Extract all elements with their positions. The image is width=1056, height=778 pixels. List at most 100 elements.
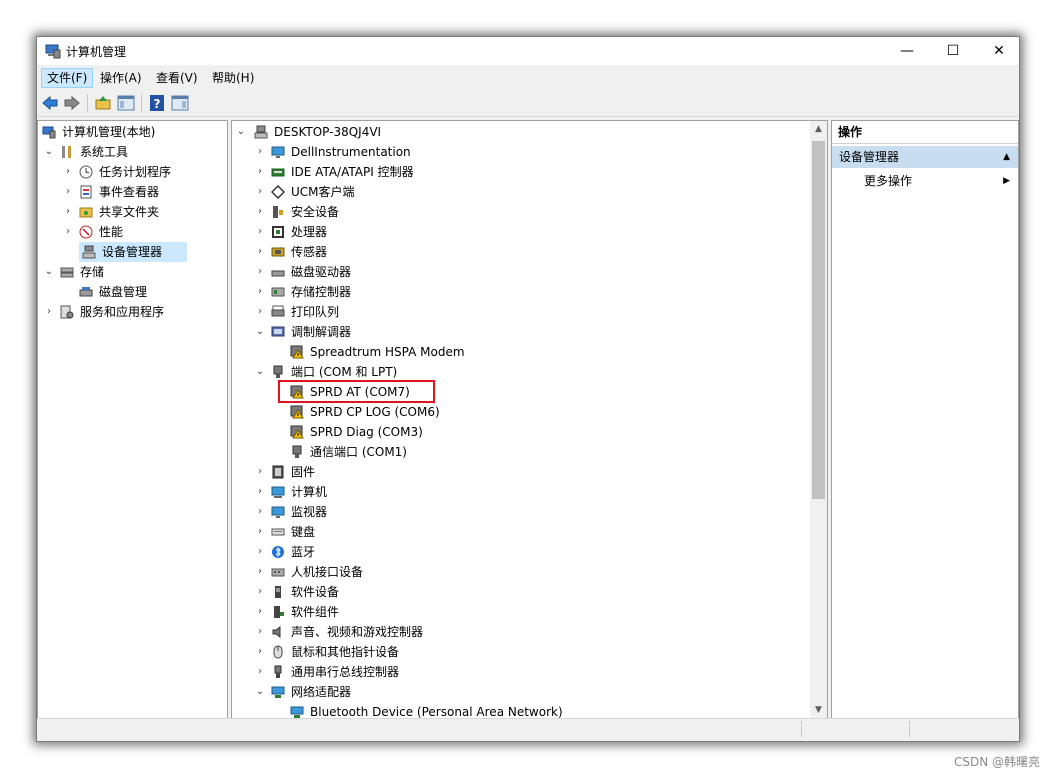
actions-section-device-manager[interactable]: 设备管理器 ▲ xyxy=(832,146,1018,168)
device-tree-item[interactable]: › 安全设备 xyxy=(232,202,807,222)
back-arrow-icon[interactable] xyxy=(41,94,59,112)
expand-chevron-icon[interactable]: › xyxy=(255,242,265,262)
more-actions-item[interactable]: 更多操作 ▶ xyxy=(832,170,1018,192)
device-tree-item[interactable]: ⌄ 调制解调器 xyxy=(232,322,807,342)
collapse-chevron-icon[interactable]: ⌄ xyxy=(255,322,265,342)
help-icon[interactable]: ? xyxy=(148,94,166,112)
highlight-box xyxy=(278,380,435,403)
device-tree-item[interactable]: › 通用串行总线控制器 xyxy=(232,662,807,682)
vertical-scrollbar[interactable]: ▲ ▼ xyxy=(810,121,827,719)
tree-item[interactable]: › 任务计划程序 xyxy=(38,162,227,182)
show-hide-action-pane-icon[interactable] xyxy=(171,94,189,112)
monitor-icon xyxy=(271,146,285,158)
scroll-up-arrow-icon[interactable]: ▲ xyxy=(810,121,827,138)
tree-item[interactable]: › 性能 xyxy=(38,222,227,242)
device-tree-item[interactable]: SPRD CP LOG (COM6) xyxy=(232,402,807,422)
expand-chevron-icon[interactable]: › xyxy=(63,222,73,242)
expand-chevron-icon[interactable]: › xyxy=(255,542,265,562)
storage-icon xyxy=(60,267,74,278)
title-bar[interactable]: 计算机管理 — ☐ ✕ xyxy=(37,37,1019,65)
device-tree-item[interactable]: › 固件 xyxy=(232,462,807,482)
tree-item-label: 事件查看器 xyxy=(99,185,160,199)
device-item-label: 软件组件 xyxy=(291,605,340,619)
device-tree-item[interactable]: › 键盘 xyxy=(232,522,807,542)
expand-chevron-icon[interactable]: › xyxy=(255,482,265,502)
device-tree-item[interactable]: › 处理器 xyxy=(232,222,807,242)
collapse-up-icon[interactable]: ▲ xyxy=(1003,146,1010,168)
collapse-chevron-icon[interactable]: ⌄ xyxy=(236,122,246,142)
device-tree-item[interactable]: › DellInstrumentation xyxy=(232,142,807,162)
expand-chevron-icon[interactable]: › xyxy=(255,302,265,322)
tree-item-label: 任务计划程序 xyxy=(99,165,172,179)
expand-chevron-icon[interactable]: › xyxy=(255,642,265,662)
expand-chevron-icon[interactable]: › xyxy=(255,522,265,542)
device-tree-item[interactable]: › 鼠标和其他指针设备 xyxy=(232,642,807,662)
collapse-chevron-icon[interactable]: ⌄ xyxy=(44,262,54,282)
expand-chevron-icon[interactable]: › xyxy=(255,462,265,482)
minimize-button[interactable]: — xyxy=(884,37,930,65)
scroll-down-arrow-icon[interactable]: ▼ xyxy=(810,702,827,719)
expand-chevron-icon[interactable]: › xyxy=(255,622,265,642)
tree-item[interactable]: › 共享文件夹 xyxy=(38,202,227,222)
device-tree-item[interactable]: ⌄ 网络适配器 xyxy=(232,682,807,702)
expand-chevron-icon[interactable]: › xyxy=(255,562,265,582)
expand-chevron-icon[interactable]: › xyxy=(63,162,73,182)
tree-item[interactable]: ⌄ 存储 xyxy=(38,262,227,282)
collapse-chevron-icon[interactable]: ⌄ xyxy=(255,682,265,702)
device-tree-item[interactable]: › 磁盘驱动器 xyxy=(232,262,807,282)
expand-chevron-icon[interactable]: › xyxy=(255,222,265,242)
expand-chevron-icon[interactable]: › xyxy=(255,662,265,682)
expand-chevron-icon[interactable]: › xyxy=(255,142,265,162)
expand-chevron-icon[interactable]: › xyxy=(255,262,265,282)
forward-arrow-icon[interactable] xyxy=(63,94,81,112)
device-tree-item[interactable]: › 软件组件 xyxy=(232,602,807,622)
collapse-chevron-icon[interactable]: ⌄ xyxy=(44,142,54,162)
device-tree-root[interactable]: ⌄ DESKTOP-38QJ4VI xyxy=(232,122,807,142)
collapse-chevron-icon[interactable]: ⌄ xyxy=(255,362,265,382)
device-tree-item[interactable]: › IDE ATA/ATAPI 控制器 xyxy=(232,162,807,182)
close-button[interactable]: ✕ xyxy=(976,37,1019,65)
show-hide-tree-icon[interactable] xyxy=(117,94,135,112)
expand-chevron-icon[interactable]: › xyxy=(255,202,265,222)
device-tree-item[interactable]: 通信端口 (COM1) xyxy=(232,442,807,462)
device-tree-item[interactable]: › 人机接口设备 xyxy=(232,562,807,582)
tree-item[interactable]: › 事件查看器 xyxy=(38,182,227,202)
menu-help[interactable]: 帮助(H) xyxy=(207,69,259,87)
device-tree-item[interactable]: › 存储控制器 xyxy=(232,282,807,302)
tree-item[interactable]: 设备管理器 xyxy=(79,242,187,262)
device-tree-item[interactable]: › 打印队列 xyxy=(232,302,807,322)
device-tree-item[interactable]: SPRD Diag (COM3) xyxy=(232,422,807,442)
maximize-button[interactable]: ☐ xyxy=(930,37,976,65)
expand-chevron-icon[interactable]: › xyxy=(44,302,54,322)
device-manager-icon xyxy=(82,245,96,259)
device-tree-panel[interactable]: ⌄ DESKTOP-38QJ4VI › DellInstrumentation › I… xyxy=(231,120,828,720)
device-item-label: 磁盘驱动器 xyxy=(291,265,352,279)
device-tree-item[interactable]: ⌄ 端口 (COM 和 LPT) xyxy=(232,362,807,382)
device-tree-item[interactable]: › 蓝牙 xyxy=(232,542,807,562)
console-tree-panel[interactable]: 计算机管理(本地) ⌄ 系统工具 › 任务计划程序 › 事件查看器 › 共享文件夹 › 性能 设备管… xyxy=(37,120,228,720)
expand-chevron-icon[interactable]: › xyxy=(63,202,73,222)
expand-chevron-icon[interactable]: › xyxy=(255,502,265,522)
scrollbar-thumb[interactable] xyxy=(812,141,825,499)
tree-item[interactable]: › 服务和应用程序 xyxy=(38,302,227,322)
expand-chevron-icon[interactable]: › xyxy=(255,602,265,622)
device-tree-item[interactable]: › 监视器 xyxy=(232,502,807,522)
device-tree-item[interactable]: › 传感器 xyxy=(232,242,807,262)
menu-action[interactable]: 操作(A) xyxy=(95,69,147,87)
menu-view[interactable]: 查看(V) xyxy=(151,69,203,87)
expand-chevron-icon[interactable]: › xyxy=(255,282,265,302)
device-tree-item[interactable]: › 声音、视频和游戏控制器 xyxy=(232,622,807,642)
menu-file[interactable]: 文件(F) xyxy=(41,68,94,88)
up-folder-icon[interactable] xyxy=(94,94,112,112)
tree-item[interactable]: ⌄ 系统工具 xyxy=(38,142,227,162)
expand-chevron-icon[interactable]: › xyxy=(255,582,265,602)
device-tree-item[interactable]: › 软件设备 xyxy=(232,582,807,602)
expand-chevron-icon[interactable]: › xyxy=(63,182,73,202)
tree-root-item[interactable]: 计算机管理(本地) xyxy=(38,122,227,142)
device-tree-item[interactable]: Spreadtrum HSPA Modem xyxy=(232,342,807,362)
expand-chevron-icon[interactable]: › xyxy=(255,162,265,182)
tree-item[interactable]: 磁盘管理 xyxy=(38,282,227,302)
expand-chevron-icon[interactable]: › xyxy=(255,182,265,202)
device-tree-item[interactable]: › UCM客户端 xyxy=(232,182,807,202)
device-tree-item[interactable]: › 计算机 xyxy=(232,482,807,502)
